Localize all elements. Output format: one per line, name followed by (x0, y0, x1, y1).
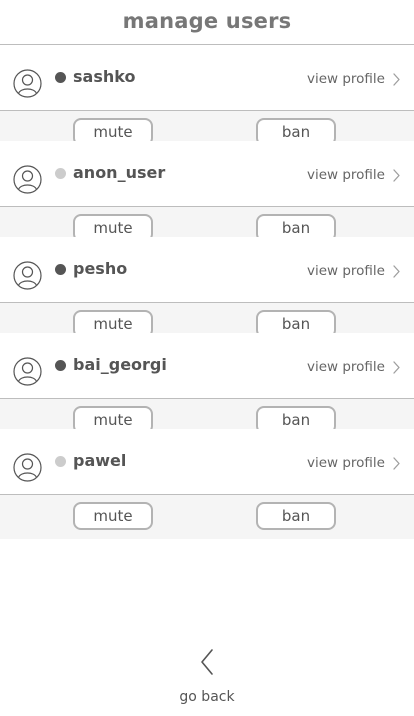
user-entry: anon_user view profile mute ban (0, 141, 414, 251)
view-profile-link[interactable]: view profile (307, 359, 400, 375)
user-list: sashko view profile mute ban anon_user v… (0, 45, 414, 539)
user-avatar-icon (13, 261, 42, 290)
status-indicator (55, 168, 66, 179)
view-profile-link[interactable]: view profile (307, 263, 400, 279)
chevron-right-icon (393, 264, 400, 278)
username: pesho (73, 259, 128, 278)
user-row: pesho view profile (0, 237, 414, 303)
mute-button[interactable]: mute (73, 502, 153, 530)
go-back-button[interactable]: go back (0, 648, 414, 716)
chevron-right-icon (393, 72, 400, 86)
status-indicator (55, 360, 66, 371)
user-avatar-icon (13, 453, 42, 482)
view-profile-label: view profile (306, 455, 385, 471)
chevron-right-icon (393, 456, 400, 470)
chevron-right-icon (393, 360, 400, 374)
chevron-right-icon (393, 168, 400, 182)
ban-button[interactable]: ban (256, 502, 336, 530)
user-entry: bai_georgi view profile mute ban (0, 333, 414, 443)
user-entry: pesho view profile mute ban (0, 237, 414, 347)
user-actions: mute ban (0, 495, 414, 539)
user-row: pawel view profile (0, 429, 414, 495)
status-indicator (55, 264, 66, 275)
status-indicator (55, 456, 66, 467)
username: bai_georgi (73, 355, 167, 374)
view-profile-link[interactable]: view profile (307, 167, 400, 183)
user-row: anon_user view profile (0, 141, 414, 207)
user-row: sashko view profile (0, 45, 414, 111)
username: anon_user (73, 163, 166, 182)
view-profile-link[interactable]: view profile (307, 455, 400, 471)
username: pawel (73, 451, 127, 470)
header: manage users (0, 0, 414, 45)
user-entry: sashko view profile mute ban (0, 45, 414, 155)
view-profile-link[interactable]: view profile (307, 71, 400, 87)
user-row: bai_georgi view profile (0, 333, 414, 399)
user-avatar-icon (13, 357, 42, 386)
view-profile-label: view profile (306, 359, 385, 375)
username: sashko (73, 67, 136, 86)
page-title: manage users (122, 9, 292, 33)
view-profile-label: view profile (306, 71, 385, 87)
chevron-left-icon (201, 649, 213, 675)
go-back-label: go back (179, 689, 235, 705)
view-profile-label: view profile (306, 167, 385, 183)
user-avatar-icon (13, 165, 42, 194)
user-entry: pawel view profile mute ban (0, 429, 414, 539)
status-indicator (55, 72, 66, 83)
user-avatar-icon (13, 69, 42, 98)
manage-users-screen: manage users sashko view profile mute ba… (0, 0, 414, 716)
view-profile-label: view profile (306, 263, 385, 279)
